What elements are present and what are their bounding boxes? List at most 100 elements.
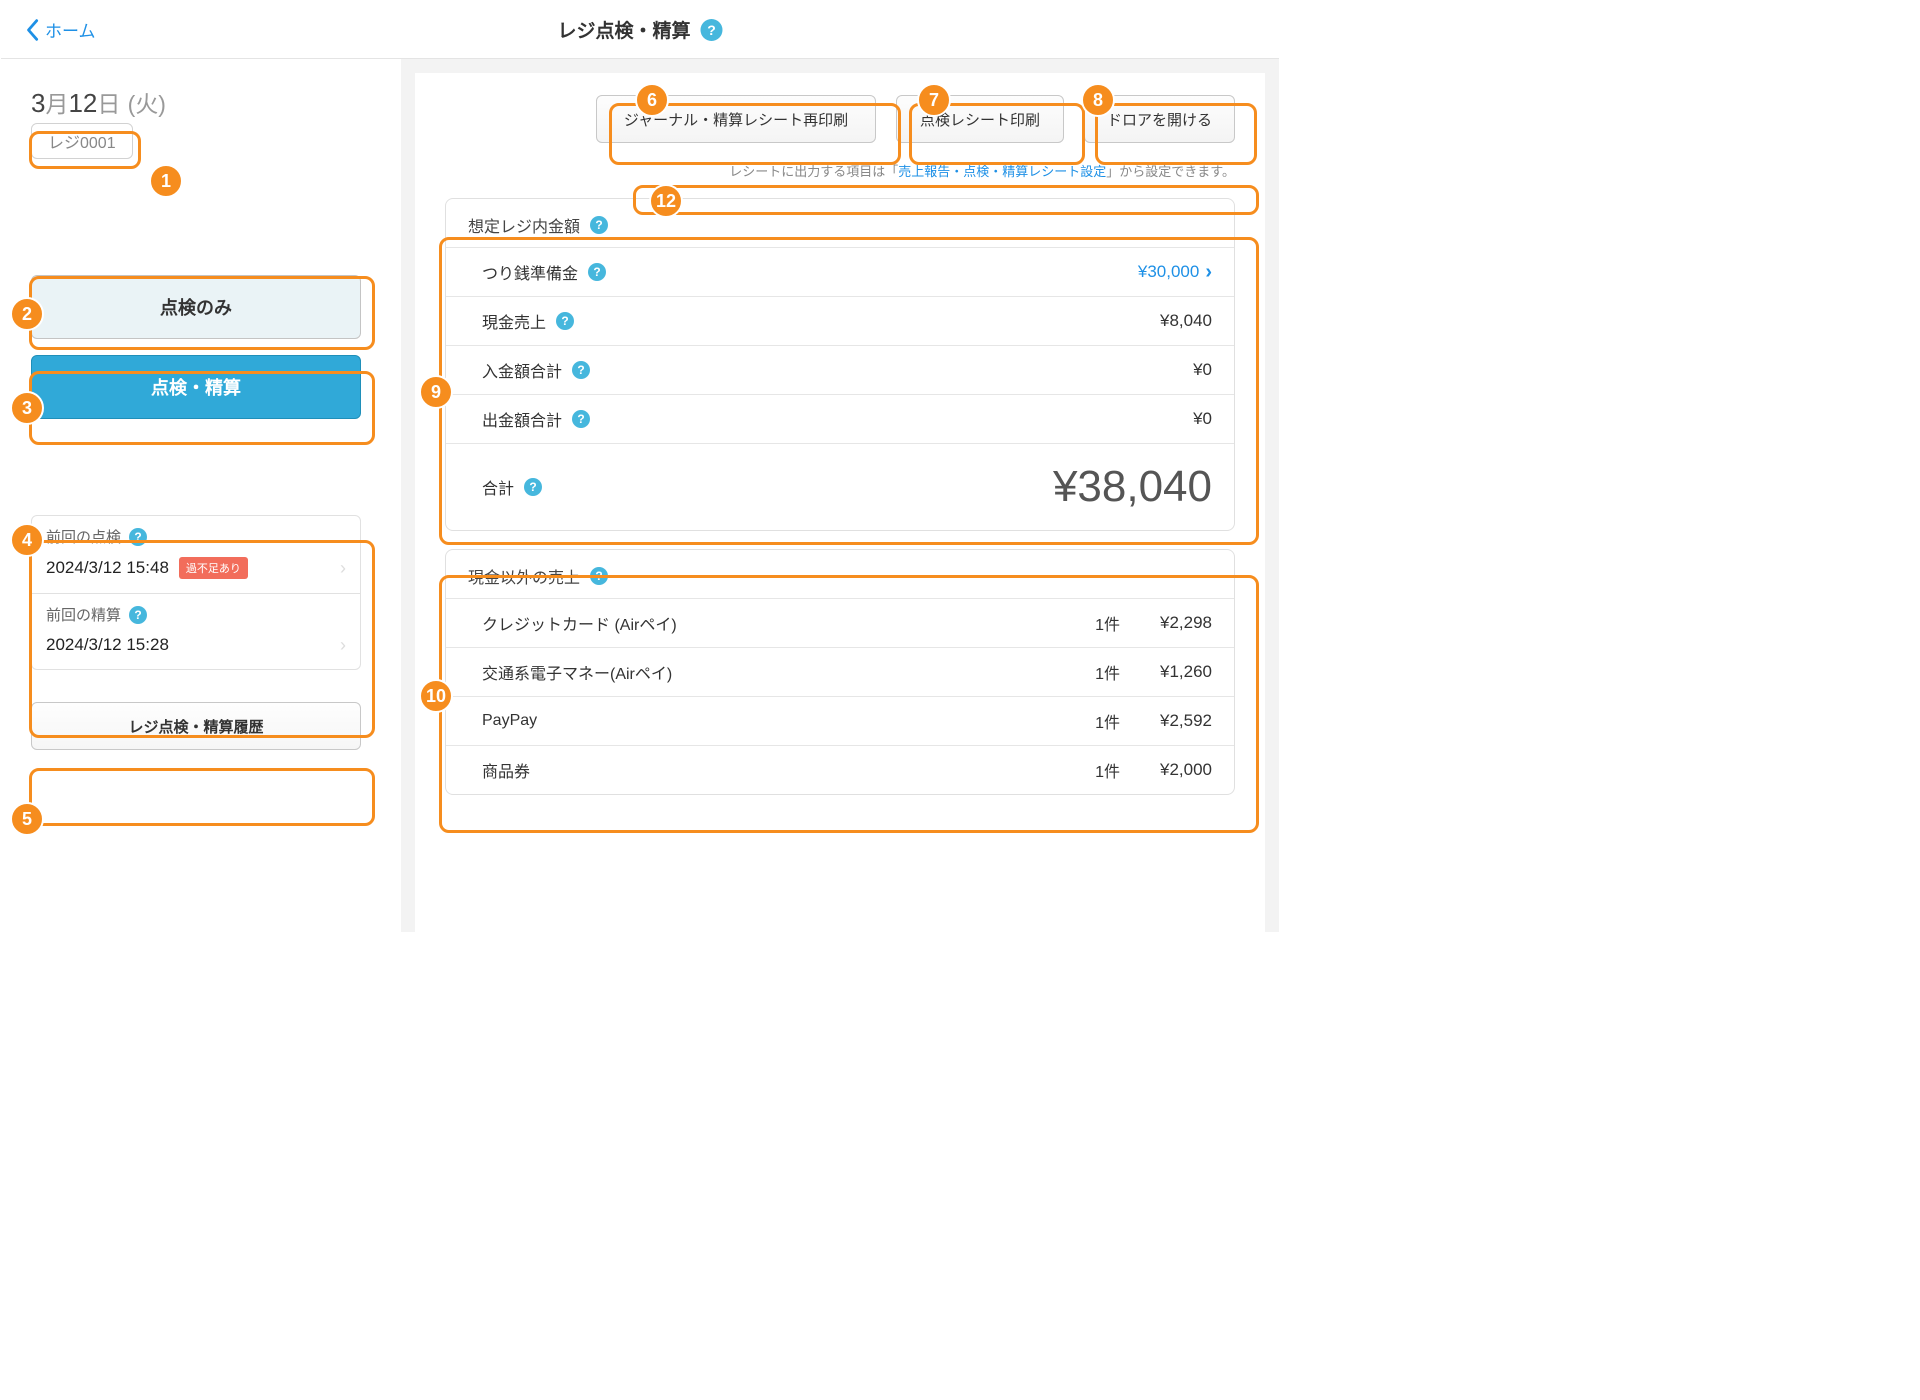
date-day: 12: [68, 88, 97, 118]
expected-card-head: 想定レジ内金額 ?: [446, 199, 1234, 247]
cash-sales-row: 現金売上 ? ¥8,040: [446, 296, 1234, 345]
callout-5: 5: [10, 802, 44, 836]
check-close-label: 点検・精算: [151, 374, 241, 400]
cash-value: ¥8,040: [1160, 311, 1212, 331]
withdraw-label: 出金額合計: [482, 407, 562, 431]
noncash-value: ¥2,592: [1160, 711, 1212, 731]
sidebar: 3月12日 (火) レジ0001 点検のみ 点検・精算 前回の点検 ?: [1, 59, 401, 932]
prev-close-time: 2024/3/12 15:28: [46, 635, 169, 655]
noncash-count: 1件: [1095, 709, 1160, 733]
callout-4: 4: [10, 523, 44, 557]
callout-9: 9: [419, 375, 453, 409]
noncash-row: PayPay 1件 ¥2,592: [446, 696, 1234, 745]
total-row: 合計 ? ¥38,040: [446, 443, 1234, 530]
cash-label: 現金売上: [482, 309, 546, 333]
receipt-settings-link[interactable]: 売上報告・点検・精算レシート設定: [898, 161, 1106, 180]
noncash-row: クレジットカード (Airペイ) 1件 ¥2,298: [446, 598, 1234, 647]
total-value: ¥38,040: [1053, 462, 1212, 512]
callout-6: 6: [635, 83, 669, 117]
main-inner: ジャーナル・精算レシート再印刷 点検レシート印刷 ドロアを開ける レシートに出力…: [415, 73, 1265, 932]
history-button[interactable]: レジ点検・精算履歴: [31, 702, 361, 750]
noncash-value: ¥2,000: [1160, 760, 1212, 780]
callout-2: 2: [10, 297, 44, 331]
main: ジャーナル・精算レシート再印刷 点検レシート印刷 ドロアを開ける レシートに出力…: [401, 59, 1279, 932]
callout-7: 7: [917, 83, 951, 117]
prev-check-head: 前回の点検 ?: [46, 526, 346, 547]
check-only-button[interactable]: 点検のみ: [31, 275, 361, 339]
help-icon[interactable]: ?: [590, 567, 608, 585]
note-pre: レシートに出力する項目は「: [729, 161, 898, 180]
noncash-label: PayPay: [482, 712, 537, 730]
action-buttons: 点検のみ 点検・精算: [31, 275, 371, 419]
help-icon[interactable]: ?: [129, 606, 147, 624]
help-icon[interactable]: ?: [590, 216, 608, 234]
discrepancy-badge: 過不足あり: [179, 557, 248, 579]
noncash-row: 交通系電子マネー(Airペイ) 1件 ¥1,260: [446, 647, 1234, 696]
date-month-suffix: 月: [45, 91, 68, 117]
deposit-value: ¥0: [1193, 360, 1212, 380]
help-icon[interactable]: ?: [524, 478, 542, 496]
register-select[interactable]: レジ0001: [31, 123, 133, 159]
prev-check-time: 2024/3/12 15:48: [46, 558, 169, 578]
noncash-card-head: 現金以外の売上 ?: [446, 550, 1234, 598]
float-row[interactable]: つり銭準備金 ? ¥30,000 ›: [446, 247, 1234, 296]
noncash-count: 1件: [1095, 611, 1160, 635]
float-value-link[interactable]: ¥30,000 ›: [1138, 261, 1212, 284]
back-home-button[interactable]: ホーム: [1, 17, 96, 42]
title-wrap: レジ点検・精算 ?: [557, 16, 722, 43]
help-icon[interactable]: ?: [129, 528, 147, 546]
prev-close-head: 前回の精算 ?: [46, 604, 346, 625]
open-drawer-label: ドロアを開ける: [1107, 109, 1212, 130]
float-value: ¥30,000: [1138, 262, 1199, 282]
callout-12: 12: [649, 184, 683, 218]
float-label: つり銭準備金: [482, 260, 578, 284]
note-post: 」から設定できます。: [1106, 161, 1235, 180]
help-icon[interactable]: ?: [588, 263, 606, 281]
top-actions: ジャーナル・精算レシート再印刷 点検レシート印刷 ドロアを開ける: [445, 95, 1235, 143]
body-wrap: 3月12日 (火) レジ0001 点検のみ 点検・精算 前回の点検 ?: [1, 59, 1279, 932]
register-label: レジ0001: [48, 129, 116, 153]
noncash-count: 1件: [1095, 660, 1160, 684]
topbar: ホーム レジ点検・精算 ?: [1, 1, 1279, 59]
deposit-label: 入金額合計: [482, 358, 562, 382]
callout-10: 10: [419, 679, 453, 713]
callout-3: 3: [10, 391, 44, 425]
withdraw-value: ¥0: [1193, 409, 1212, 429]
check-only-label: 点検のみ: [160, 294, 232, 320]
noncash-card: 現金以外の売上 ? クレジットカード (Airペイ) 1件 ¥2,298 交通系…: [445, 549, 1235, 795]
noncash-count: 1件: [1095, 758, 1160, 782]
chevron-right-icon: ›: [340, 635, 346, 656]
page-title: レジ点検・精算: [557, 16, 690, 43]
callout-1: 1: [149, 164, 183, 198]
history-button-label: レジ点検・精算履歴: [128, 716, 263, 737]
settings-note: レシートに出力する項目は「 売上報告・点検・精算レシート設定 」から設定できます…: [445, 161, 1235, 180]
help-icon[interactable]: ?: [572, 410, 590, 428]
prev-check-row[interactable]: 前回の点検 ? 2024/3/12 15:48 過不足あり ›: [32, 516, 360, 593]
prev-close-row[interactable]: 前回の精算 ? 2024/3/12 15:28 ›: [32, 593, 360, 669]
expected-cash-card: 想定レジ内金額 ? つり銭準備金 ? ¥30,000 ›: [445, 198, 1235, 531]
callout-8: 8: [1081, 83, 1115, 117]
prev-check-label: 前回の点検: [46, 526, 121, 547]
prev-close-label: 前回の精算: [46, 604, 121, 625]
withdraw-row: 出金額合計 ? ¥0: [446, 394, 1234, 443]
date-display: 3月12日 (火): [31, 85, 371, 119]
date-month: 3: [31, 88, 45, 118]
check-close-button[interactable]: 点検・精算: [31, 355, 361, 419]
help-icon[interactable]: ?: [572, 361, 590, 379]
chevron-right-icon: ›: [1205, 261, 1212, 284]
history-panel: 前回の点検 ? 2024/3/12 15:48 過不足あり › 前回の精算 ?: [31, 515, 361, 670]
back-home-label: ホーム: [45, 17, 96, 42]
app-root: 1 2 3 4 5 6 7 8 12 9 10 ホーム レジ点検・精算 ? 3月…: [0, 0, 1280, 933]
noncash-row: 商品券 1件 ¥2,000: [446, 745, 1234, 794]
noncash-value: ¥1,260: [1160, 662, 1212, 682]
noncash-label: 商品券: [482, 758, 530, 782]
help-icon[interactable]: ?: [701, 19, 723, 41]
noncash-title: 現金以外の売上: [468, 564, 580, 588]
noncash-label: クレジットカード (Airペイ): [482, 611, 677, 635]
noncash-label: 交通系電子マネー(Airペイ): [482, 660, 672, 684]
chevron-left-icon: [25, 18, 39, 42]
date-weekday: (火): [128, 91, 166, 117]
date-day-suffix: 日: [97, 91, 120, 117]
total-label: 合計: [482, 475, 514, 499]
help-icon[interactable]: ?: [556, 312, 574, 330]
